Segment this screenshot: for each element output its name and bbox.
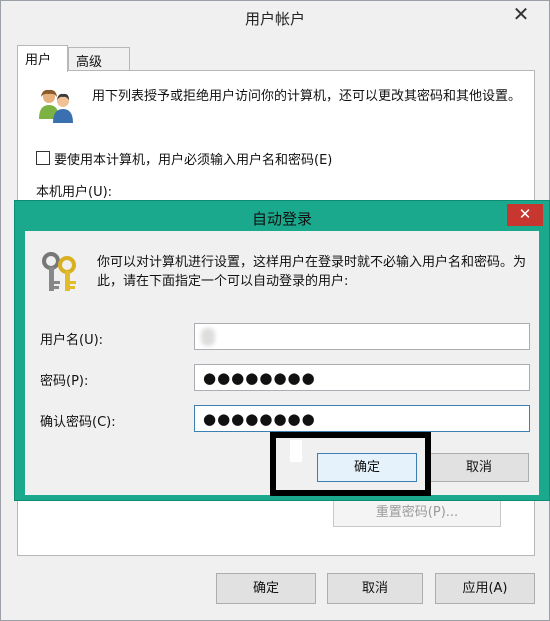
dialog-cancel-button[interactable]: 取消 [429, 453, 529, 482]
cancel-button[interactable]: 取消 [327, 573, 423, 604]
close-icon[interactable]: ✕ [507, 3, 535, 27]
dialog-title: 自动登录 [251, 210, 312, 228]
password-value: ●●●●●●●● [203, 369, 316, 387]
tab-users[interactable]: 用户 [17, 45, 68, 72]
confirm-password-value: ●●●●●●●● [203, 410, 316, 428]
intro-text: 用下列表授予或拒绝用户访问你的计算机，还可以更改其密码和其他设置。 [92, 89, 522, 104]
blurred-username [201, 328, 215, 346]
title-bar: 用户帐户 ✕ [1, 1, 549, 37]
dialog-message: 你可以对计算机进行设置，这样用户在登录时就不必输入用户名和密码。为此，请在下面指… [97, 255, 527, 289]
username-field[interactable] [194, 323, 530, 350]
confirm-password-field[interactable]: ●●●●●●●● [194, 405, 530, 432]
apply-button[interactable]: 应用(A) [435, 573, 535, 604]
password-label: 密码(P): [40, 374, 89, 389]
dialog-close-icon[interactable]: ✕ [507, 204, 543, 226]
annotation-marker [290, 440, 302, 462]
tab-advanced[interactable]: 高级 [68, 47, 130, 71]
users-icon [36, 85, 76, 125]
reset-password-button[interactable]: 重置密码(P)... [333, 499, 501, 527]
local-users-label: 本机用户(U): [36, 185, 113, 200]
require-login-checkbox[interactable] [36, 151, 50, 165]
password-field[interactable]: ●●●●●●●● [194, 364, 530, 391]
require-login-label[interactable]: 要使用本计算机，用户必须输入用户名和密码(E) [54, 149, 332, 168]
window-title: 用户帐户 [244, 10, 305, 28]
keys-icon [39, 251, 83, 295]
confirm-password-label: 确认密码(C): [40, 415, 116, 430]
ok-button[interactable]: 确定 [216, 573, 316, 604]
username-label: 用户名(U): [40, 333, 104, 348]
